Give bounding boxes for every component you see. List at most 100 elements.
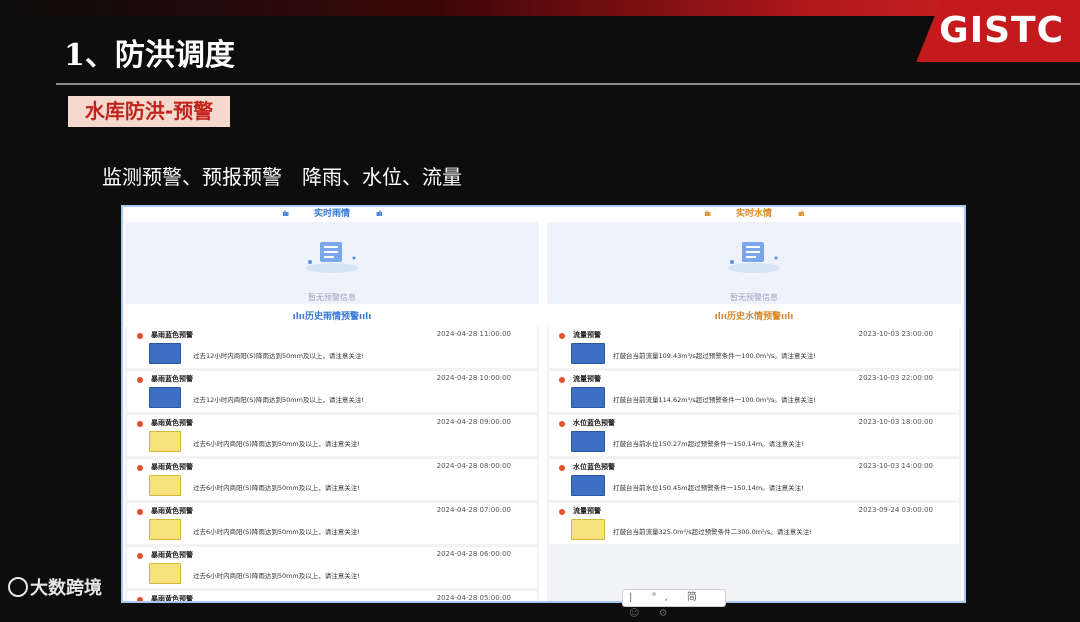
alert-time: 2024-04-28 08:00:00 (436, 462, 511, 470)
wave-icon: ılıı (282, 210, 289, 218)
list-item[interactable]: 流量预警 2023-10-03 22:00:00 打鼓台当前流量114.62m³/s… (549, 371, 959, 412)
alert-message: 过去12小时内商阳(S)降雨达到50mm及以上，请注意关注! (193, 352, 365, 360)
list-item[interactable]: 流量预警 2023-10-03 23:00:00 打鼓台当前流量109.43m³/s… (549, 327, 959, 368)
top-stripe (0, 0, 1080, 16)
alert-message: 过去6小时内商阳(S)降雨达到50mm及以上，请注意关注! (193, 484, 360, 492)
alert-name: 暴雨黄色预警 (151, 419, 193, 427)
flood-badge-icon (571, 387, 605, 408)
list-item[interactable]: 暴雨蓝色预警 2024-04-28 10:00:00 过去12小时内商阳(S)降雨达… (127, 371, 537, 412)
alert-time: 2024-04-28 06:00:00 (436, 550, 511, 558)
empty-state: 暂无预警信息 (125, 222, 539, 304)
alert-name: 暴雨黄色预警 (151, 463, 193, 471)
alert-time: 2024-04-28 07:00:00 (436, 506, 511, 514)
section-tag: 水库防洪-预警 (68, 96, 230, 127)
history-water-title: ılıı历史水情预警ıılı (714, 312, 794, 322)
alert-name: 暴雨黄色预警 (151, 551, 193, 559)
alert-time: 2023-10-03 23:00:00 (858, 330, 933, 338)
alert-dot-icon (137, 509, 143, 515)
water-level-badge-icon (571, 475, 605, 496)
list-item[interactable]: 水位蓝色预警 2023-10-03 14:00:00 打鼓台当前水位150.45m超… (549, 459, 959, 500)
alert-dot-icon (137, 333, 143, 339)
alert-message: 打鼓台当前水位150.27m超过预警条件一150.14m。请注意关注! (613, 440, 804, 448)
subtitle: 监测预警、预报预警 降雨、水位、流量 (102, 165, 462, 189)
alert-name: 暴雨黄色预警 (151, 595, 193, 603)
alert-name: 流量预警 (573, 375, 601, 383)
realtime-rain-title: ılıı 实时雨情 ıılı (282, 209, 383, 219)
alert-dot-icon (559, 421, 565, 427)
list-item[interactable]: 暴雨蓝色预警 2024-04-28 11:00:00 过去12小时内商阳(S)降雨达… (127, 327, 537, 368)
list-item[interactable]: 暴雨黄色预警 2024-04-28 08:00:00 过去6小时内商阳(S)降雨达到… (127, 459, 537, 500)
rainstorm-yellow-badge-icon (149, 475, 181, 496)
alert-message: 打鼓台当前流量114.62m³/s超过预警条件一100.0m³/s。请注意关注! (613, 396, 816, 404)
water-level-badge-icon (571, 431, 605, 452)
alert-dot-icon (137, 421, 143, 427)
empty-state: 暂无预警信息 (547, 222, 961, 304)
divider (56, 83, 1080, 85)
alert-dot-icon (559, 377, 565, 383)
list-item[interactable]: 暴雨黄色预警 2024-04-28 05:00:00 (127, 591, 537, 603)
alert-name: 流量预警 (573, 507, 601, 515)
alert-name: 暴雨蓝色预警 (151, 331, 193, 339)
alert-time: 2023-09-24 03:00:00 (858, 506, 933, 514)
list-item[interactable]: 暴雨黄色预警 2024-04-28 07:00:00 过去6小时内商阳(S)降雨达到… (127, 503, 537, 544)
rain-panel: ılıı 实时雨情 ıılı 暂无预警信息 ılıı历史雨情预警ıılı 暴雨蓝色预… (125, 207, 539, 603)
alert-message: 打鼓台当前水位150.45m超过预警条件一150.14m。请注意关注! (613, 484, 804, 492)
empty-data-icon (728, 242, 780, 273)
rain-alert-list[interactable]: 暴雨蓝色预警 2024-04-28 11:00:00 过去12小时内商阳(S)降雨达… (125, 327, 539, 603)
empty-text: 暂无预警信息 (308, 293, 356, 302)
wave-icon: ıılı (376, 210, 383, 218)
wave-icon: ıılı (781, 312, 794, 322)
alert-dot-icon (137, 377, 143, 383)
list-item[interactable]: 流量预警 2023-09-24 03:00:00 打鼓台当前流量325.0m³/s超… (549, 503, 959, 544)
rainstorm-blue-badge-icon (149, 343, 181, 364)
flood-yellow-badge-icon (571, 519, 605, 540)
wave-icon: ılıı (292, 312, 305, 322)
alert-time: 2024-04-28 11:00:00 (436, 330, 511, 338)
alert-dot-icon (559, 509, 565, 515)
alert-time: 2023-10-03 22:00:00 (858, 374, 933, 382)
alert-time: 2024-04-28 09:00:00 (436, 418, 511, 426)
wave-icon: ılıı (714, 312, 727, 322)
alert-name: 暴雨蓝色预警 (151, 375, 193, 383)
watermark: 大数跨境 (8, 574, 102, 600)
alert-time: 2023-10-03 18:00:00 (858, 418, 933, 426)
brand-logo: GISTC (939, 10, 1064, 51)
alert-time: 2024-04-28 10:00:00 (436, 374, 511, 382)
alert-name: 水位蓝色预警 (573, 463, 615, 471)
alert-message: 过去12小时内商阳(S)降雨达到50mm及以上，请注意关注! (193, 396, 365, 404)
list-item[interactable]: 暴雨黄色预警 2024-04-28 06:00:00 过去6小时内商阳(S)降雨达到… (127, 547, 537, 588)
empty-text: 暂无预警信息 (730, 293, 778, 302)
water-panel: ılıı 实时水情 ıılı 暂无预警信息 ılıı历史水情预警ıılı 流量预警 2… (547, 207, 961, 601)
rainstorm-blue-badge-icon (149, 387, 181, 408)
alert-time: 2023-10-03 14:00:00 (858, 462, 933, 470)
page-title: 1、防洪调度 (64, 38, 235, 73)
flood-badge-icon (571, 343, 605, 364)
alert-dot-icon (559, 465, 565, 471)
alert-dot-icon (137, 465, 143, 471)
water-alert-list[interactable]: 流量预警 2023-10-03 23:00:00 打鼓台当前流量109.43m³/s… (547, 327, 961, 601)
app-screenshot: ılıı 实时雨情 ıılı 暂无预警信息 ılıı历史雨情预警ıılı 暴雨蓝色预… (121, 205, 966, 603)
alert-message: 过去6小时内商阳(S)降雨达到50mm及以上，请注意关注! (193, 440, 360, 448)
realtime-water-title: ılıı 实时水情 ıılı (704, 209, 805, 219)
alert-time: 2024-04-28 05:00:00 (436, 594, 511, 602)
alert-name: 水位蓝色预警 (573, 419, 615, 427)
list-item[interactable]: 水位蓝色预警 2023-10-03 18:00:00 打鼓台当前水位150.27m超… (549, 415, 959, 456)
input-toolbar[interactable]: | °, 简 ☺ ⚙ (622, 589, 726, 619)
alert-message: 打鼓台当前流量109.43m³/s超过预警条件一100.0m³/s。请注意关注! (613, 352, 816, 360)
wave-icon: ılıı (704, 210, 711, 218)
wave-icon: ıılı (359, 312, 372, 322)
wave-icon: ıılı (798, 210, 805, 218)
watermark-logo-icon (8, 577, 28, 597)
empty-data-icon (306, 242, 358, 273)
list-item[interactable]: 暴雨黄色预警 2024-04-28 09:00:00 过去6小时内商阳(S)降雨达到… (127, 415, 537, 456)
alert-dot-icon (559, 333, 565, 339)
rainstorm-yellow-badge-icon (149, 519, 181, 540)
rainstorm-yellow-badge-icon (149, 563, 181, 584)
alert-message: 过去6小时内商阳(S)降雨达到50mm及以上，请注意关注! (193, 572, 360, 580)
alert-message: 过去6小时内商阳(S)降雨达到50mm及以上，请注意关注! (193, 528, 360, 536)
alert-dot-icon (137, 597, 143, 601)
alert-dot-icon (137, 553, 143, 559)
alert-message: 打鼓台当前流量325.0m³/s超过预警条件二300.0m³/s。请注意关注! (613, 528, 812, 536)
history-rain-title: ılıı历史雨情预警ıılı (292, 312, 372, 322)
rainstorm-yellow-badge-icon (149, 431, 181, 452)
